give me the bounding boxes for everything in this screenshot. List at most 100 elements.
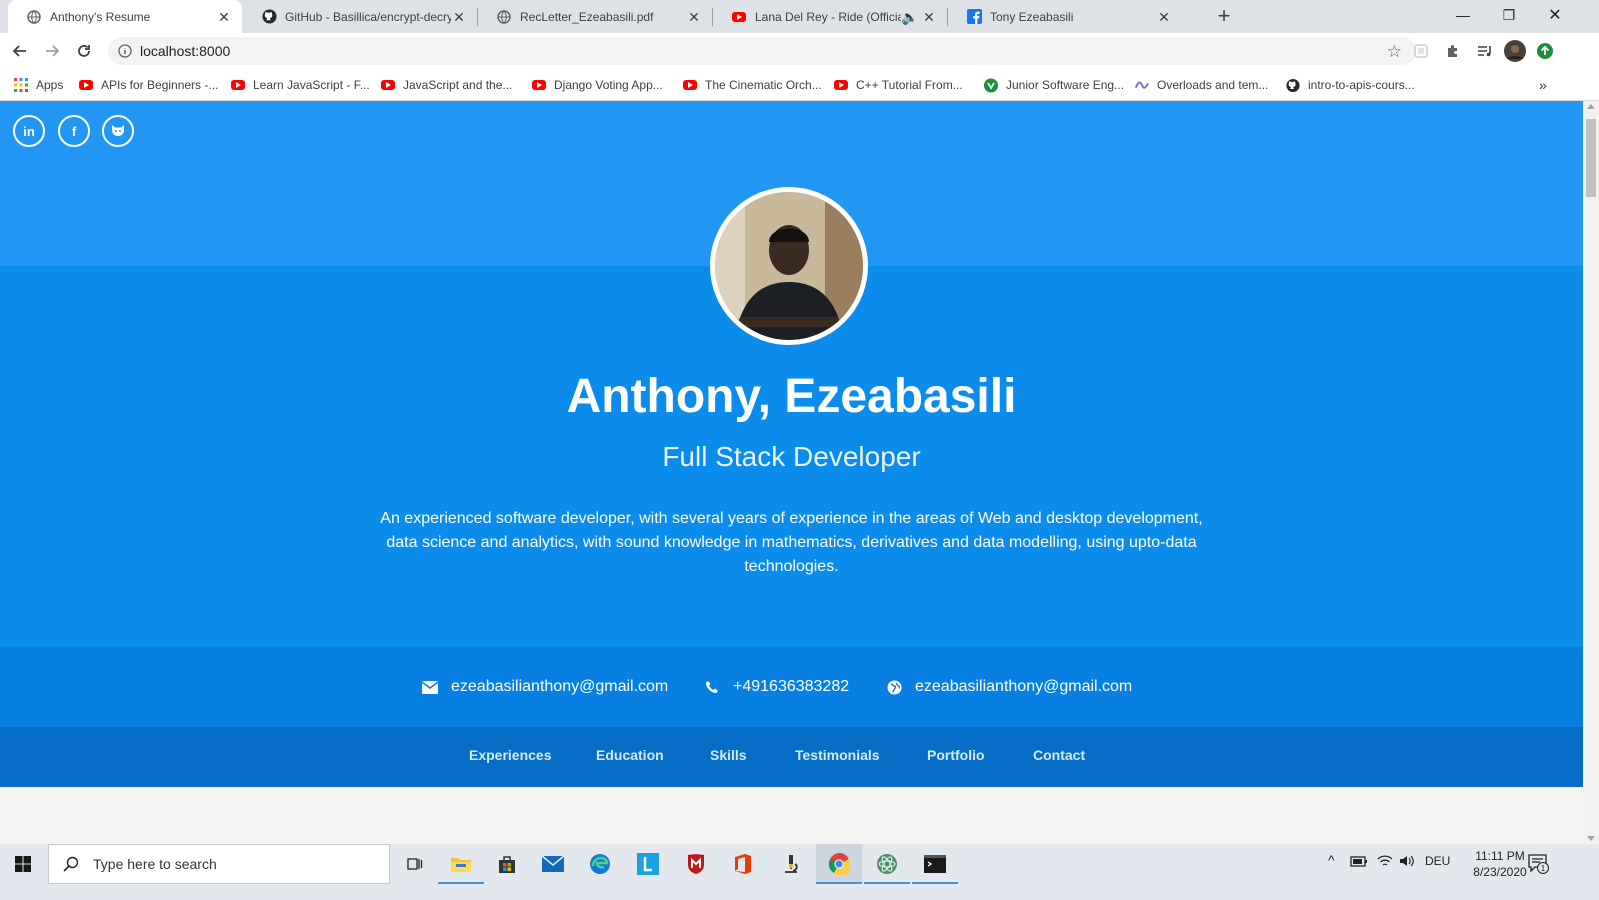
youtube-icon [532, 78, 546, 92]
bookmark-item[interactable]: APIs for Beginners -... [79, 75, 218, 95]
forward-arrow-icon [46, 45, 60, 57]
close-window-icon[interactable]: ✕ [1532, 0, 1578, 30]
search-placeholder: Type here to search [93, 856, 217, 872]
office-icon[interactable] [720, 844, 766, 884]
bookmark-item[interactable]: JavaScript and the... [381, 75, 512, 95]
url-text: localhost:8000 [140, 43, 231, 59]
bookmark-label: Learn JavaScript - F... [253, 78, 370, 92]
volume-icon[interactable] [1399, 854, 1415, 871]
forward-button[interactable] [38, 37, 66, 65]
back-button[interactable] [6, 37, 34, 65]
bookmark-item[interactable]: C++ Tutorial From... [834, 75, 963, 95]
tab-tony-ezeabasili[interactable]: Tony Ezeabasili ✕ [948, 0, 1182, 33]
bookmark-star-icon[interactable]: ☆ [1387, 42, 1402, 62]
scroll-down-arrow-icon[interactable] [1587, 836, 1595, 841]
chrome-icon[interactable] [816, 844, 862, 884]
nav-contact[interactable]: Contact [1033, 747, 1085, 767]
wifi-icon[interactable] [1377, 854, 1393, 871]
github-icon [1286, 78, 1300, 92]
back-arrow-icon [12, 45, 26, 57]
puzzle-icon[interactable] [1440, 38, 1466, 64]
microscope-icon[interactable] [768, 844, 814, 884]
phone-icon [703, 678, 721, 696]
youtube-icon [79, 78, 93, 92]
nav-testimonials[interactable]: Testimonials [795, 747, 880, 767]
file-explorer-icon[interactable] [438, 844, 484, 884]
windows-start-icon[interactable] [0, 844, 46, 884]
close-tab-icon[interactable]: ✕ [216, 9, 232, 25]
atom-editor-icon[interactable] [864, 844, 910, 884]
close-tab-icon[interactable]: ✕ [686, 9, 702, 25]
store-icon[interactable] [484, 844, 530, 884]
browser-toolbar: localhost:8000 ☆ [0, 33, 1599, 69]
tray-chevron-up-icon[interactable]: ^ [1328, 852, 1335, 868]
scrollbar-thumb[interactable] [1586, 119, 1596, 197]
nav-experiences[interactable]: Experiences [469, 747, 552, 767]
yoast-icon [984, 78, 998, 92]
contact-phone[interactable]: +491636383282 [703, 675, 849, 699]
lexi-app-icon[interactable] [625, 844, 671, 884]
profile-avatar[interactable] [1502, 38, 1528, 64]
bookmark-item[interactable]: Junior Software Eng... [984, 75, 1124, 95]
profile-bio: An experienced software developer, with … [380, 510, 1203, 575]
new-tab-button[interactable]: + [1212, 5, 1236, 29]
restore-icon[interactable]: ❐ [1486, 0, 1532, 30]
bookmark-item[interactable]: The Cinematic Orch... [683, 75, 822, 95]
linkedin-icon[interactable]: in [13, 115, 45, 147]
reload-icon [78, 45, 90, 57]
bookmark-item[interactable]: Django Voting App... [532, 75, 663, 95]
active-indicator [864, 882, 910, 884]
bookmark-item[interactable]: Overloads and tem... [1135, 75, 1268, 95]
github-icon[interactable] [102, 115, 134, 147]
page-viewport: in f Anthony, Ezeabasili Full Stack Deve… [0, 101, 1583, 844]
task-view-icon[interactable] [392, 844, 438, 884]
contact-website[interactable]: ezeabasilianthony@gmail.com [885, 675, 1132, 699]
facebook-icon[interactable]: f [58, 115, 90, 147]
bookmark-label: APIs for Beginners -... [101, 78, 219, 92]
tab-lana-del-rey[interactable]: Lana Del Rey - Ride (Official 🔈 ✕ [713, 0, 947, 33]
mail-icon[interactable] [530, 844, 576, 884]
clock-date: 8/23/2020 [1473, 865, 1527, 879]
tab-anthonys-resume[interactable]: Anthony's Resume ✕ [8, 0, 242, 33]
notification-center-icon[interactable]: 1 [1527, 852, 1549, 877]
scroll-up-arrow-icon[interactable] [1587, 104, 1595, 109]
bookmark-apps[interactable]: Apps [14, 75, 63, 95]
bookmark-item[interactable]: intro-to-apis-cours... [1286, 75, 1415, 95]
contact-email-text: ezeabasilianthony@gmail.com [451, 678, 669, 695]
globe-icon [496, 9, 512, 25]
tab-recletter-pdf[interactable]: RecLetter_Ezeabasili.pdf ✕ [478, 0, 712, 33]
more-bookmarks-chevron-icon[interactable]: » [1539, 75, 1547, 95]
envelope-icon [421, 678, 439, 696]
battery-icon[interactable] [1350, 854, 1368, 871]
info-icon[interactable] [118, 44, 132, 58]
page-scrollbar[interactable] [1583, 101, 1599, 844]
contact-email[interactable]: ezeabasilianthony@gmail.com [421, 675, 668, 699]
apps-grid-icon [14, 78, 28, 92]
update-icon[interactable] [1532, 38, 1558, 64]
nav-skills[interactable]: Skills [710, 747, 747, 767]
youtube-icon [683, 78, 697, 92]
address-bar[interactable]: localhost:8000 ☆ [108, 37, 1416, 65]
mcafee-icon[interactable] [673, 844, 719, 884]
close-tab-icon[interactable]: ✕ [921, 9, 937, 25]
cpp-ref-icon [1135, 78, 1149, 92]
input-language[interactable]: DEU [1425, 854, 1450, 868]
minimize-icon[interactable]: — [1440, 0, 1486, 30]
taskbar-search-input[interactable]: Type here to search [48, 844, 390, 884]
github-icon [261, 9, 277, 25]
nav-portfolio[interactable]: Portfolio [927, 747, 985, 767]
speaker-icon[interactable]: 🔈 [901, 9, 918, 25]
reload-button[interactable] [70, 37, 98, 65]
close-tab-icon[interactable]: ✕ [1156, 9, 1172, 25]
extension-icon[interactable] [1408, 38, 1434, 64]
terminal-icon[interactable] [912, 844, 958, 884]
bookmark-item[interactable]: Learn JavaScript - F... [231, 75, 370, 95]
youtube-icon [231, 78, 245, 92]
taskbar-clock[interactable]: 11:11 PM 8/23/2020 [1470, 848, 1530, 880]
close-tab-icon[interactable]: ✕ [451, 9, 467, 25]
media-control-icon[interactable] [1472, 38, 1498, 64]
tab-title: GitHub - Basillica/encrypt-decryp [285, 9, 451, 24]
tab-github[interactable]: GitHub - Basillica/encrypt-decryp ✕ [243, 0, 477, 33]
edge-icon[interactable] [577, 844, 623, 884]
nav-education[interactable]: Education [596, 747, 664, 767]
